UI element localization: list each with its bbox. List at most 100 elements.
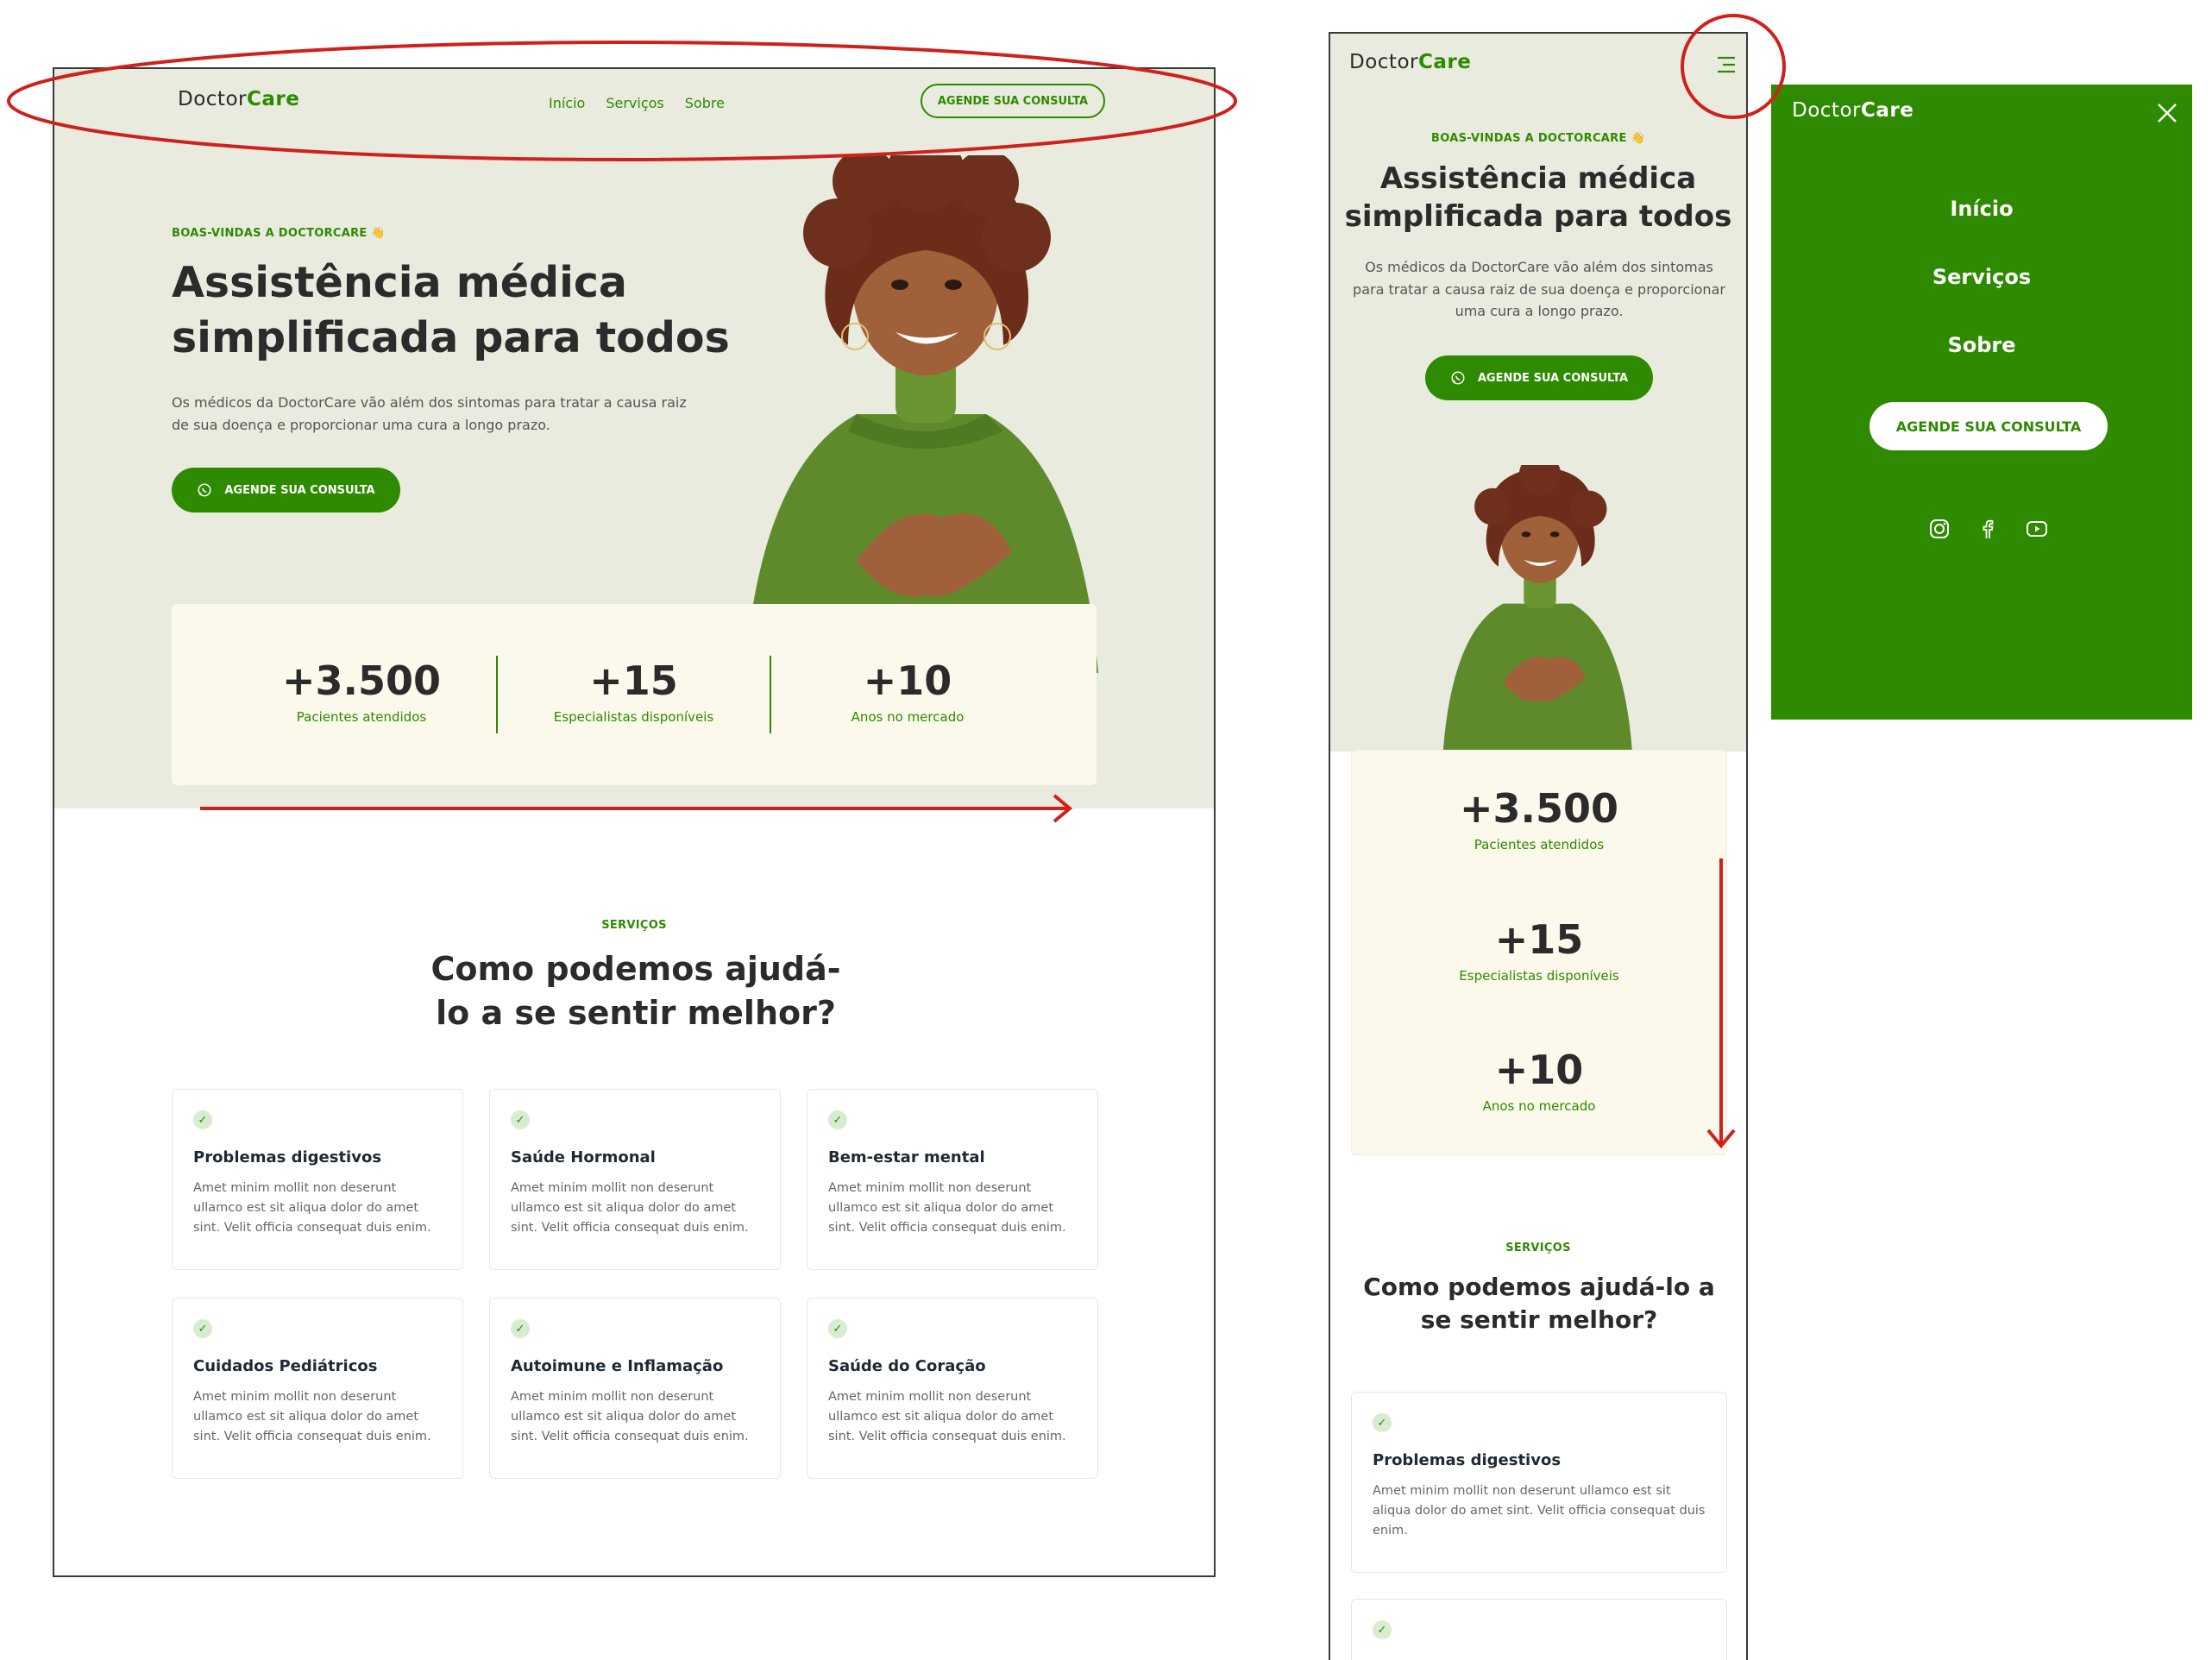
stat-specialists: +15 Especialistas disponíveis [1352, 916, 1726, 984]
mobile-hero-description: Os médicos da DoctorCare vão além dos si… [1353, 259, 1725, 320]
stat-value: +3.500 [281, 657, 442, 704]
logo-prefix: Doctor [1349, 51, 1418, 73]
service-card-title: Bem-estar mental [828, 1148, 985, 1166]
services-eyebrow: SERVIÇOS [601, 919, 667, 932]
menu-item-servicos[interactable]: Serviços [1771, 265, 2192, 289]
close-icon[interactable] [2156, 102, 2178, 128]
site-logo[interactable]: DoctorCare [178, 88, 299, 110]
hero-title-line-2: simplificada para todos [172, 312, 730, 362]
stat-label: Pacientes atendidos [1474, 837, 1605, 852]
mobile-stats-box: +3.500 Pacientes atendidos +15 Especiali… [1351, 750, 1727, 1155]
hero-title: Assistência médica simplificada para tod… [172, 255, 732, 365]
hero-title-line-1: Assistência médica [172, 258, 627, 307]
stat-specialists: +15 Especialistas disponíveis [497, 657, 770, 725]
mobile-page-frame: DoctorCare BOAS-VINDAS A DOCTORCARE 👋 As… [1329, 32, 1748, 1660]
menu-logo[interactable]: DoctorCare [1792, 99, 1914, 122]
mobile-services-title: Como podemos ajudá-lo a se sentir melhor… [1363, 1273, 1715, 1334]
logo-prefix: Doctor [178, 88, 247, 110]
stat-value: +15 [1494, 916, 1584, 963]
check-icon: ✓ [1373, 1413, 1392, 1432]
check-icon: ✓ [511, 1110, 530, 1129]
service-card-title: Problemas digestivos [193, 1148, 382, 1166]
service-card-text: Amet minim mollit non deserunt ullamco e… [511, 1181, 749, 1236]
social-links [1928, 518, 2049, 540]
menu-item-inicio[interactable]: Início [1771, 197, 2192, 221]
check-icon: ✓ [511, 1319, 530, 1338]
service-card[interactable]: ✓ Bem-estar mental Amet minim mollit non… [807, 1089, 1098, 1270]
menu-cta-button[interactable]: AGENDE SUA CONSULTA [1870, 402, 2108, 450]
mobile-service-card[interactable]: ✓ Problemas digestivos Amet minim mollit… [1351, 1392, 1727, 1573]
hamburger-menu-icon[interactable] [1716, 55, 1737, 78]
service-card-title: Saúde do Coração [828, 1357, 986, 1375]
stat-patients: +3.500 Pacientes atendidos [1352, 785, 1726, 852]
stat-label: Especialistas disponíveis [1459, 968, 1619, 984]
stat-years: +10 Anos no mercado [770, 657, 1045, 725]
mobile-service-card[interactable]: ✓ [1351, 1599, 1727, 1660]
stat-label: Anos no mercado [851, 709, 965, 725]
mobile-hero-woman-photo [1434, 465, 1646, 751]
desktop-page-frame: DoctorCare Início Serviços Sobre AGENDE … [53, 67, 1216, 1577]
mobile-services-eyebrow: SERVIÇOS [1505, 1242, 1571, 1254]
service-card-text: Amet minim mollit non deserunt ullamco e… [828, 1181, 1066, 1236]
whatsapp-icon [1451, 371, 1465, 385]
main-nav: Início Serviços Sobre [549, 95, 725, 111]
logo-prefix: Doctor [1792, 99, 1861, 122]
nav-item-servicos[interactable]: Serviços [606, 95, 663, 111]
stat-value: +3.500 [1459, 785, 1619, 832]
hero-cta-label: AGENDE SUA CONSULTA [1477, 371, 1629, 385]
mobile-site-logo[interactable]: DoctorCare [1349, 51, 1471, 73]
services-title: Como podemos ajudá-lo a se sentir melhor… [430, 950, 841, 1033]
service-card-title: Cuidados Pediátricos [193, 1357, 378, 1375]
logo-suffix: Care [1860, 99, 1914, 122]
hero-woman-photo [727, 155, 1124, 673]
stat-label: Anos no mercado [1482, 1098, 1596, 1114]
stat-years: +10 Anos no mercado [1352, 1047, 1726, 1114]
stat-label: Pacientes atendidos [296, 709, 427, 725]
logo-suffix: Care [1417, 51, 1472, 73]
hero-title-line-2: simplificada para todos [1344, 199, 1732, 235]
hero-title-line-1: Assistência médica [1379, 161, 1697, 196]
service-card-title: Autoimune e Inflamação [511, 1357, 724, 1375]
service-card[interactable]: ✓ Saúde do Coração Amet minim mollit non… [807, 1298, 1098, 1479]
service-card-title: Problemas digestivos [1373, 1451, 1562, 1469]
service-card-text: Amet minim mollit non deserunt ullamco e… [193, 1181, 431, 1236]
hero-cta-button[interactable]: AGENDE SUA CONSULTA [172, 468, 400, 512]
stat-value: +10 [863, 657, 952, 704]
service-card-text: Amet minim mollit non deserunt ullamco e… [1373, 1484, 1706, 1538]
hero-description: Os médicos da DoctorCare vão além dos si… [172, 394, 687, 433]
check-icon: ✓ [1373, 1620, 1392, 1639]
whatsapp-icon [198, 483, 211, 497]
check-icon: ✓ [828, 1110, 847, 1129]
stats-box: +3.500 Pacientes atendidos +15 Especiali… [172, 604, 1097, 785]
services-grid: ✓ Problemas digestivos Amet minim mollit… [172, 1089, 1098, 1479]
stat-value: +10 [1494, 1047, 1584, 1093]
mobile-open-menu: DoctorCare Início Serviços Sobre AGENDE … [1771, 85, 2192, 720]
service-card[interactable]: ✓ Saúde Hormonal Amet minim mollit non d… [489, 1089, 781, 1270]
service-card-text: Amet minim mollit non deserunt ullamco e… [511, 1390, 749, 1444]
stat-value: +15 [589, 657, 678, 704]
service-card-text: Amet minim mollit non deserunt ullamco e… [828, 1390, 1066, 1444]
instagram-icon[interactable] [1928, 518, 1951, 540]
facebook-icon[interactable] [1976, 518, 1999, 540]
logo-suffix: Care [246, 88, 300, 110]
youtube-icon[interactable] [2025, 518, 2049, 540]
hero-eyebrow: BOAS-VINDAS A DOCTORCARE 👋 [172, 227, 386, 240]
mobile-hero-cta-button[interactable]: AGENDE SUA CONSULTA [1425, 355, 1653, 400]
stat-patients: +3.500 Pacientes atendidos [172, 657, 551, 725]
service-card-text: Amet minim mollit non deserunt ullamco e… [193, 1390, 431, 1444]
check-icon: ✓ [828, 1319, 847, 1338]
mobile-hero-title: Assistência médica simplificada para tod… [1330, 160, 1746, 236]
mobile-hero-eyebrow: BOAS-VINDAS A DOCTORCARE 👋 [1431, 132, 1645, 145]
service-card-title: Saúde Hormonal [511, 1148, 656, 1166]
service-card[interactable]: ✓ Autoimune e Inflamação Amet minim moll… [489, 1298, 781, 1479]
check-icon: ✓ [193, 1319, 212, 1338]
nav-item-inicio[interactable]: Início [549, 95, 585, 111]
menu-item-sobre[interactable]: Sobre [1771, 333, 2192, 357]
service-card[interactable]: ✓ Cuidados Pediátricos Amet minim mollit… [172, 1298, 463, 1479]
check-icon: ✓ [193, 1110, 212, 1129]
nav-item-sobre[interactable]: Sobre [685, 95, 725, 111]
stat-label: Especialistas disponíveis [553, 709, 714, 725]
hero-cta-label: AGENDE SUA CONSULTA [224, 483, 375, 497]
header-cta-button[interactable]: AGENDE SUA CONSULTA [921, 84, 1105, 118]
service-card[interactable]: ✓ Problemas digestivos Amet minim mollit… [172, 1089, 463, 1270]
